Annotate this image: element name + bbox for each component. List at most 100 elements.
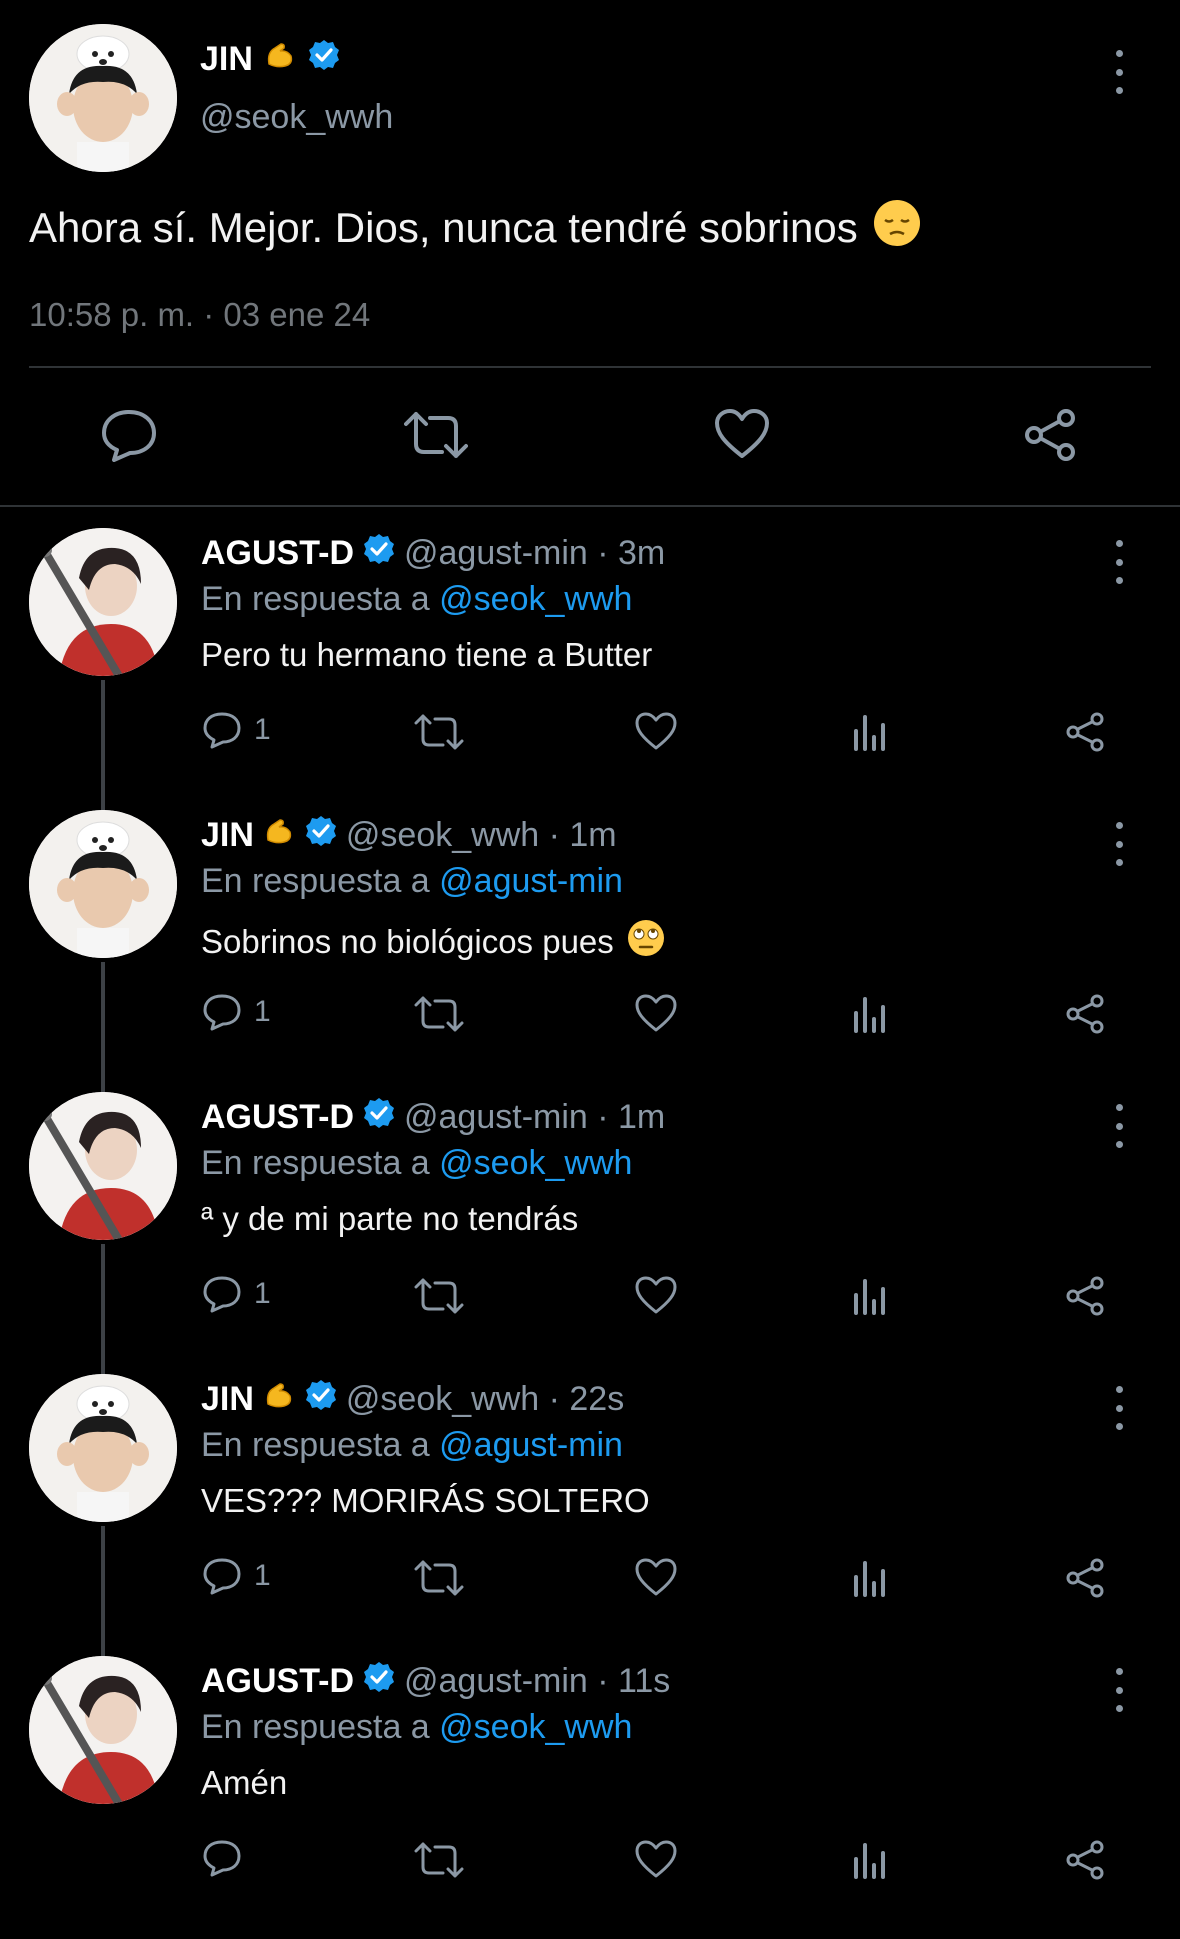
display-name[interactable]: AGUST-D <box>201 534 354 573</box>
mention-link[interactable]: @agust-min <box>439 1426 623 1464</box>
reply-header: AGUST-D @agust-min · 1m <box>201 1095 665 1139</box>
retweet-icon[interactable] <box>404 410 468 460</box>
handle[interactable]: @seok_wwh <box>200 98 393 137</box>
retweet-icon[interactable] <box>414 713 464 751</box>
more-options-icon[interactable] <box>1110 50 1128 94</box>
reply-icon <box>202 711 242 749</box>
reply-tweet[interactable]: AGUST-D @agust-min · 1m En respuesta a @… <box>0 1092 1180 1378</box>
display-name[interactable]: JIN <box>201 816 254 855</box>
share-icon[interactable] <box>1064 711 1106 753</box>
share-icon[interactable] <box>1064 1839 1106 1881</box>
more-options-icon[interactable] <box>1110 822 1128 866</box>
handle-and-time[interactable]: @agust-min · 3m <box>404 534 665 573</box>
action-bar: 1 <box>0 1557 1180 1607</box>
share-icon[interactable] <box>1064 993 1106 1035</box>
mention-link[interactable]: @agust-min <box>439 862 623 900</box>
avatar[interactable] <box>29 24 177 172</box>
pensive-face-emoji <box>872 198 922 258</box>
retweet-icon[interactable] <box>414 1559 464 1597</box>
reply-text: VES??? MORIRÁS SOLTERO <box>201 1482 650 1520</box>
reply-text: ª y de mi parte no tendrás <box>201 1200 578 1238</box>
display-name[interactable]: JIN <box>201 1380 254 1419</box>
action-bar: 1 <box>0 993 1180 1043</box>
reply-icon <box>202 1557 242 1595</box>
reply-text-content: Pero tu hermano tiene a Butter <box>201 636 653 673</box>
tweet-text: Ahora sí. Mejor. Dios, nunca tendré sobr… <box>29 198 922 258</box>
verified-badge-icon <box>307 38 341 81</box>
like-icon[interactable] <box>634 711 678 751</box>
tweet-text-content: Ahora sí. Mejor. Dios, nunca tendré sobr… <box>29 204 858 251</box>
action-bar: 1 <box>0 711 1180 761</box>
in-reply-to-label: En respuesta a <box>201 862 430 900</box>
reply-tweet[interactable]: AGUST-D @agust-min · 11s En respuesta a … <box>0 1656 1180 1939</box>
reply-text-content: Sobrinos no biológicos pues <box>201 923 614 960</box>
more-options-icon[interactable] <box>1110 540 1128 584</box>
avatar[interactable] <box>29 1656 177 1804</box>
handle-and-time[interactable]: @agust-min · 11s <box>404 1662 670 1701</box>
retweet-icon[interactable] <box>414 995 464 1033</box>
like-icon[interactable] <box>634 1557 678 1597</box>
view-stats-icon[interactable] <box>852 995 888 1033</box>
avatar[interactable] <box>29 528 177 676</box>
view-stats-icon[interactable] <box>852 1277 888 1315</box>
reply-count: 1 <box>254 713 271 746</box>
reply-icon <box>202 993 242 1031</box>
main-tweet: JIN @seok_wwh Ahora sí. Mejor. Dios, nun… <box>0 0 1180 505</box>
avatar[interactable] <box>29 810 177 958</box>
divider <box>29 366 1151 368</box>
flexed-biceps-emoji <box>262 814 296 857</box>
reply-tweet[interactable]: AGUST-D @agust-min · 3m En respuesta a @… <box>0 528 1180 814</box>
reply-tweet[interactable]: JIN @seok_wwh · 1m En respuesta a @agust… <box>0 810 1180 1096</box>
in-reply-to-label: En respuesta a <box>201 1426 430 1464</box>
more-options-icon[interactable] <box>1110 1104 1128 1148</box>
avatar[interactable] <box>29 1092 177 1240</box>
retweet-icon[interactable] <box>414 1277 464 1315</box>
display-name-text: JIN <box>200 40 253 78</box>
display-name[interactable]: JIN <box>200 38 341 81</box>
action-bar <box>0 1839 1180 1889</box>
share-icon[interactable] <box>1064 1275 1106 1317</box>
more-options-icon[interactable] <box>1110 1668 1128 1712</box>
view-stats-icon[interactable] <box>852 1559 888 1597</box>
timestamp[interactable]: 10:58 p. m. · 03 ene 24 <box>29 296 370 334</box>
like-icon[interactable] <box>634 1275 678 1315</box>
in-reply-to: En respuesta a @agust-min <box>201 862 623 901</box>
mention-link[interactable]: @seok_wwh <box>439 1708 632 1746</box>
display-name[interactable]: AGUST-D <box>201 1662 354 1701</box>
verified-badge-icon <box>304 814 338 857</box>
reply-count: 1 <box>254 1559 271 1592</box>
like-icon[interactable] <box>634 993 678 1033</box>
view-stats-icon[interactable] <box>852 1841 888 1879</box>
in-reply-to-label: En respuesta a <box>201 1144 430 1182</box>
reply-icon[interactable] <box>100 408 158 462</box>
mention-link[interactable]: @seok_wwh <box>439 1144 632 1182</box>
share-icon[interactable] <box>1022 408 1078 462</box>
reply-text: Sobrinos no biológicos pues <box>201 918 666 966</box>
mention-link[interactable]: @seok_wwh <box>439 580 632 618</box>
reply-button[interactable]: 1 <box>202 711 271 749</box>
eye-roll-emoji <box>626 918 666 966</box>
handle-and-time[interactable]: @seok_wwh · 1m <box>346 816 617 855</box>
in-reply-to: En respuesta a @seok_wwh <box>201 580 632 619</box>
share-icon[interactable] <box>1064 1557 1106 1599</box>
reply-text: Amén <box>201 1764 287 1802</box>
like-icon[interactable] <box>714 408 770 460</box>
reply-header: AGUST-D @agust-min · 3m <box>201 531 665 575</box>
reply-button[interactable] <box>202 1839 254 1877</box>
in-reply-to: En respuesta a @seok_wwh <box>201 1144 632 1183</box>
retweet-icon[interactable] <box>414 1841 464 1879</box>
verified-badge-icon <box>362 1096 396 1139</box>
reply-tweet[interactable]: JIN @seok_wwh · 22s En respuesta a @agus… <box>0 1374 1180 1660</box>
reply-button[interactable]: 1 <box>202 1275 271 1313</box>
display-name[interactable]: AGUST-D <box>201 1098 354 1137</box>
reply-text: Pero tu hermano tiene a Butter <box>201 636 652 674</box>
handle-and-time[interactable]: @agust-min · 1m <box>404 1098 665 1137</box>
handle-and-time[interactable]: @seok_wwh · 22s <box>346 1380 624 1419</box>
view-stats-icon[interactable] <box>852 713 888 751</box>
reply-button[interactable]: 1 <box>202 993 271 1031</box>
reply-button[interactable]: 1 <box>202 1557 271 1595</box>
reply-text-content: VES??? MORIRÁS SOLTERO <box>201 1482 650 1519</box>
like-icon[interactable] <box>634 1839 678 1879</box>
more-options-icon[interactable] <box>1110 1386 1128 1430</box>
avatar[interactable] <box>29 1374 177 1522</box>
